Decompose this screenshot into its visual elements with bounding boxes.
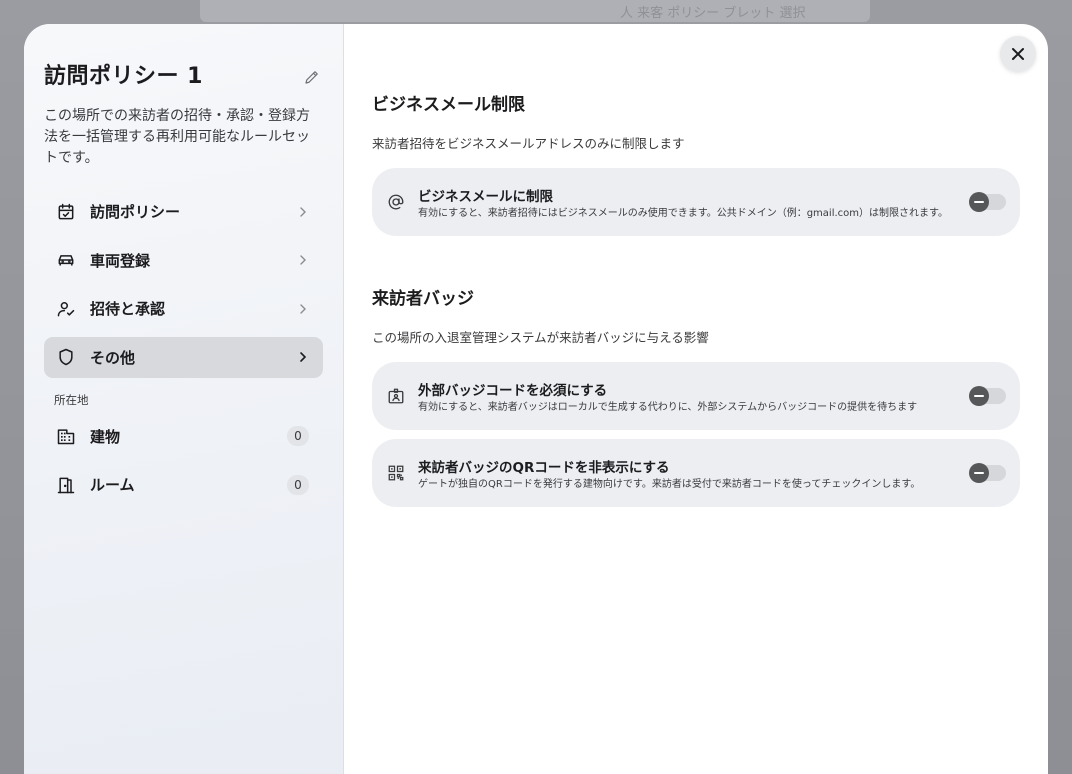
chevron-right-icon (300, 303, 306, 314)
setting-description: 有効にすると、来訪者バッジはローカルで生成する代わりに、外部システムからバッジコ… (418, 401, 918, 413)
shield-icon (56, 347, 76, 367)
require-external-badge-toggle[interactable] (969, 386, 1006, 406)
setting-title: 来訪者バッジのQRコードを非表示にする (418, 459, 670, 476)
door-icon (56, 475, 76, 495)
sidebar-item-rooms[interactable]: ルーム 0 (44, 464, 323, 505)
setting-card-hide-qr-code: 来訪者バッジのQRコードを非表示にする ゲートが独自のQRコードを発行する建物向… (372, 439, 1020, 507)
sidebar: 訪問ポリシー 1 この場所での来訪者の招待・承認・登録方法を一括管理する再利用可… (24, 24, 344, 774)
id-badge-icon (386, 386, 406, 406)
chevron-right-icon (300, 352, 307, 362)
calendar-check-icon (56, 202, 76, 222)
policy-modal: 訪問ポリシー 1 この場所での来訪者の招待・承認・登録方法を一括管理する再利用可… (24, 24, 1048, 774)
sidebar-nav: 訪問ポリシー 車両登録 招待と承認 その他 (44, 191, 323, 378)
toggle-knob (969, 192, 989, 212)
setting-title: 外部バッジコードを必須にする (418, 382, 608, 399)
business-email-subtitle: 来訪者招待をビジネスメールアドレスのみに制限します (372, 136, 685, 151)
chevron-right-icon (300, 206, 306, 217)
sidebar-item-invite-approval[interactable]: 招待と承認 (44, 288, 323, 329)
at-sign-icon (386, 192, 406, 212)
setting-card-text: ビジネスメールに制限 有効にすると、来訪者招待にはビジネスメールのみ使用できます… (418, 185, 970, 220)
buildings-count-badge: 0 (287, 426, 309, 446)
hide-qr-code-toggle[interactable] (969, 463, 1006, 483)
user-check-icon (56, 299, 76, 319)
setting-card-text: 外部バッジコードを必須にする 有効にすると、来訪者バッジはローカルで生成する代わ… (418, 379, 970, 414)
setting-title: ビジネスメールに制限 (418, 188, 553, 205)
qr-code-icon (386, 463, 406, 483)
visitor-badge-subtitle: この場所の入退室管理システムが来訪者バッジに与える影響 (372, 330, 709, 345)
sidebar-item-buildings[interactable]: 建物 0 (44, 416, 323, 457)
setting-card-text: 来訪者バッジのQRコードを非表示にする ゲートが独自のQRコードを発行する建物向… (418, 456, 970, 491)
visitor-badge-section: 来訪者バッジ この場所の入退室管理システムが来訪者バッジに与える影響 外部バッジ… (372, 284, 1020, 507)
building-icon (56, 426, 76, 446)
toggle-knob (969, 386, 989, 406)
visitor-badge-title: 来訪者バッジ (372, 289, 474, 309)
toggle-knob (969, 463, 989, 483)
sidebar-item-visit-policy[interactable]: 訪問ポリシー (44, 191, 323, 232)
sidebar-item-label: その他 (90, 348, 136, 367)
setting-card-restrict-business-email: ビジネスメールに制限 有効にすると、来訪者招待にはビジネスメールのみ使用できます… (372, 168, 1020, 236)
settings-content: ビジネスメール制限 来訪者招待をビジネスメールアドレスのみに制限します ビジネス… (344, 24, 1048, 774)
sidebar-item-label: 招待と承認 (90, 300, 166, 318)
pencil-icon[interactable] (303, 68, 321, 86)
close-button[interactable] (1000, 36, 1036, 72)
policy-title: 訪問ポリシー 1 (44, 64, 203, 89)
setting-description: ゲートが独自のQRコードを発行する建物向けです。来訪者は受付で来訪者コードを使っ… (418, 478, 921, 490)
business-email-section: ビジネスメール制限 来訪者招待をビジネスメールアドレスのみに制限します ビジネス… (372, 90, 1020, 236)
restrict-business-email-toggle[interactable] (969, 192, 1006, 212)
setting-card-require-external-badge: 外部バッジコードを必須にする 有効にすると、来訪者バッジはローカルで生成する代わ… (372, 362, 1020, 430)
setting-description: 有効にすると、来訪者招待にはビジネスメールのみ使用できます。公共ドメイン（例：g… (418, 207, 949, 219)
background-top-bar: 人 来客 ポリシー ブレット 選択 (200, 0, 870, 22)
chevron-right-icon (300, 255, 306, 265)
policy-description: この場所での来訪者の招待・承認・登録方法を一括管理する再利用可能なルールセットで… (44, 108, 310, 166)
location-section-label: 所在地 (54, 392, 89, 407)
sidebar-item-label: 建物 (90, 427, 121, 446)
background-top-bar-text: 人 来客 ポリシー ブレット 選択 (620, 6, 806, 21)
sidebar-item-other[interactable]: その他 (44, 336, 323, 378)
business-email-title: ビジネスメール制限 (372, 95, 525, 115)
close-icon (1012, 48, 1024, 60)
sidebar-title-row: 訪問ポリシー 1 (44, 58, 323, 90)
sidebar-item-label: 車両登録 (90, 251, 151, 270)
sidebar-item-vehicle-registration[interactable]: 車両登録 (44, 240, 323, 281)
car-icon (56, 250, 76, 270)
sidebar-item-label: ルーム (90, 476, 135, 494)
sidebar-item-label: 訪問ポリシー (90, 203, 181, 221)
rooms-count-badge: 0 (287, 474, 309, 495)
